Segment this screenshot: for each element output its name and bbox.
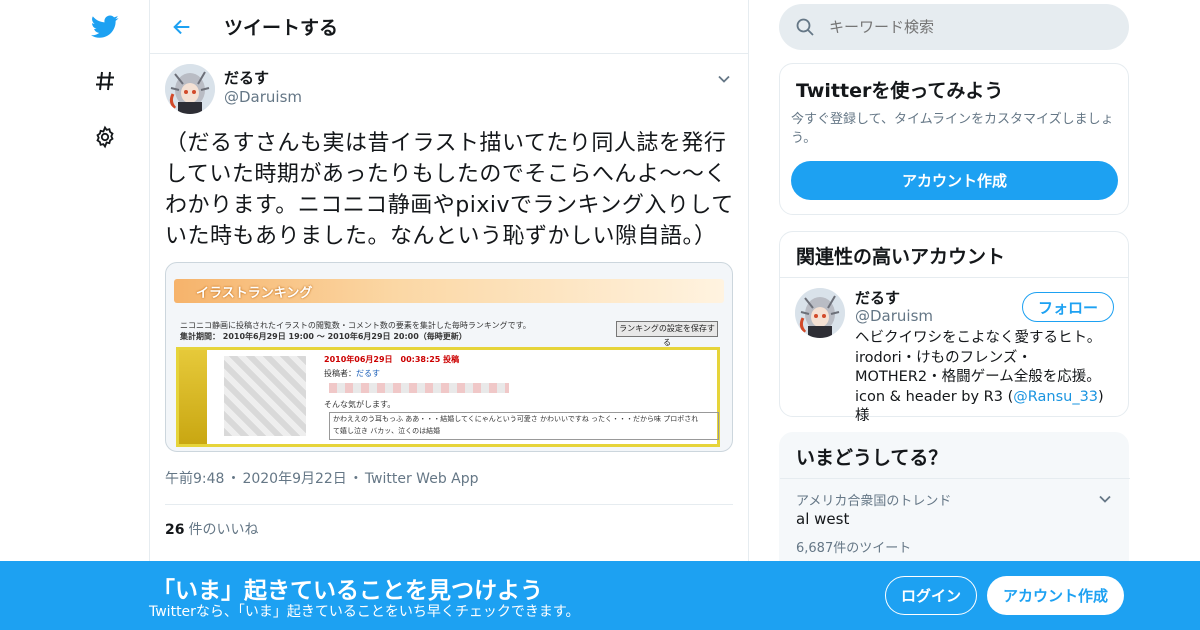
likes-label: 件のいいね — [188, 522, 259, 538]
login-button[interactable]: ログイン — [885, 576, 977, 615]
search-bar[interactable] — [779, 4, 1129, 50]
search-icon — [795, 17, 815, 37]
related-account-name[interactable]: だるす — [855, 287, 900, 308]
avatar[interactable] — [795, 288, 845, 338]
author-name[interactable]: だるす — [224, 67, 269, 88]
gear-icon[interactable] — [90, 122, 120, 152]
hashtag-icon[interactable] — [90, 66, 120, 96]
ranking-poster-label: 投稿者： — [324, 369, 356, 378]
follow-button[interactable]: フォロー — [1022, 292, 1114, 322]
signup-card: Twitterを使ってみよう 今すぐ登録して、タイムラインをカスタマイズしましょ… — [779, 63, 1129, 215]
ranking-date: 2010年06月29日 00:38:25 投稿 — [324, 355, 460, 364]
trend-count: 6,687件のツイート — [796, 541, 912, 556]
bio-line: icon & header by R3 (@Ransu_33) 様 — [855, 388, 1120, 427]
divider — [780, 478, 1130, 479]
trend-context: アメリカ合衆国のトレンド — [796, 494, 952, 509]
page-title: ツイートする — [224, 17, 339, 39]
trends-card-title: いまどうしてる？ — [796, 447, 948, 469]
create-account-button[interactable]: アカウント作成 — [791, 161, 1118, 200]
tweet-media-image[interactable]: イラストランキング ニコニコ静画に投稿されたイラストの閲覧数・コメント数の要素を… — [165, 262, 733, 452]
ranking-comment: そんな気がします。 — [324, 400, 396, 409]
back-arrow-icon[interactable] — [162, 7, 202, 47]
signup-card-desc: 今すぐ登録して、タイムラインをカスタマイズしましょう。 — [791, 112, 1114, 146]
ranking-period: 集計期間： 2010年6月29日 19:00 ～ 2010年6月29日 20:0… — [180, 332, 467, 341]
ranking-blurred-title — [329, 383, 509, 393]
ranking-crown-icon — [179, 350, 207, 444]
ranking-comments-line: て嬉し泣き バカッ、泣くのは結婚 — [333, 427, 441, 435]
ranking-comments-box: かわええのう耳もっふ ああ・・・結婚してくにゃんという可愛さ かわいいですね っ… — [329, 412, 719, 440]
avatar[interactable] — [165, 64, 215, 114]
ranking-banner: イラストランキング — [174, 279, 724, 303]
bio-line: irodori・けものフレンズ・ — [855, 349, 1032, 366]
signup-card-title: Twitterを使ってみよう — [796, 80, 1004, 102]
signup-button[interactable]: アカウント作成 — [987, 576, 1124, 615]
related-account-bio: ヘビクイワシをこよなく愛するヒト。 irodori・けものフレンズ・ MOTHE… — [855, 329, 1120, 427]
tweet-date[interactable]: 2020年9月22日 — [242, 471, 346, 487]
bio-line: ヘビクイワシをこよなく愛するヒト。 — [855, 330, 1102, 346]
likes-count[interactable]: 26 件のいいね — [165, 519, 735, 539]
related-account-handle[interactable]: @Daruism — [855, 307, 933, 325]
related-card-title: 関連性の高いアカウント — [796, 246, 1006, 268]
tweet-text: （だるすさんも実は昔イラスト描いてたり同人誌を発行していた時期があったりもしたの… — [165, 131, 734, 249]
bio-mention-link[interactable]: @Ransu_33 — [1013, 389, 1098, 405]
author-handle[interactable]: @Daruism — [224, 88, 302, 106]
bottom-bar-subtitle: Twitterなら、「いま」起きていることをいち早くチェックできます。 — [149, 604, 580, 620]
ranking-poster: 投稿者：だるす — [324, 368, 380, 379]
page: ツイートする だるす @Daruism （だるすさんも実は昔イラスト描いてたり同… — [0, 0, 1200, 630]
divider — [780, 277, 1128, 278]
tweet-time[interactable]: 午前9:48 — [165, 471, 224, 487]
twitter-bird-icon[interactable] — [90, 12, 120, 42]
related-accounts-card: 関連性の高いアカウント だるす @Daruism フォロー ヘビクイワシをこよな… — [779, 231, 1129, 424]
divider — [165, 504, 733, 505]
ranking-description: ニコニコ静画に投稿されたイラストの閲覧数・コメント数の要素を集計した毎時ランキン… — [180, 320, 600, 342]
main-header: ツイートする — [150, 0, 748, 54]
left-nav — [80, 0, 150, 630]
ranking-save-button: ランキングの設定を保存する — [616, 321, 718, 347]
main-column: ツイートする だるす @Daruism （だるすさんも実は昔イラスト描いてたり同… — [149, 0, 749, 630]
tweet-source[interactable]: Twitter Web App — [365, 471, 479, 487]
chevron-down-icon[interactable] — [1094, 488, 1116, 510]
ranking-thumbnail — [224, 356, 306, 436]
ranking-poster-name: だるす — [356, 369, 380, 378]
tweet: だるす @Daruism （だるすさんも実は昔イラスト描いてたり同人誌を発行して… — [165, 62, 735, 539]
ranking-banner-title: イラストランキング — [196, 286, 313, 301]
bio-text: icon & header by R3 ( — [855, 388, 1014, 405]
likes-number: 26 — [165, 522, 185, 538]
bottom-bar-title: 「いま」起きていることを見つけよう — [152, 578, 543, 604]
tweet-author: だるす @Daruism — [165, 62, 735, 114]
ranking-comments-line: かわええのう耳もっふ ああ・・・結婚してくにゃんという可愛さ かわいいですね っ… — [333, 415, 699, 423]
tweet-metadata: 午前9:48 ・ 2020年9月22日・ Twitter Web App — [165, 471, 479, 487]
trend-name[interactable]: al west — [796, 510, 849, 528]
chevron-down-icon[interactable] — [713, 68, 735, 90]
search-input[interactable] — [829, 16, 1109, 38]
ranking-entry: 2010年06月29日 00:38:25 投稿 投稿者：だるす そんな気がします… — [176, 347, 720, 447]
bio-line: MOTHER2・格闘ゲーム全般を応援。 — [855, 369, 1101, 385]
ranking-desc-text: ニコニコ静画に投稿されたイラストの閲覧数・コメント数の要素を集計した毎時ランキン… — [180, 321, 531, 330]
bottom-signup-bar: 「いま」起きていることを見つけよう Twitterなら、「いま」起きていることを… — [0, 561, 1200, 630]
